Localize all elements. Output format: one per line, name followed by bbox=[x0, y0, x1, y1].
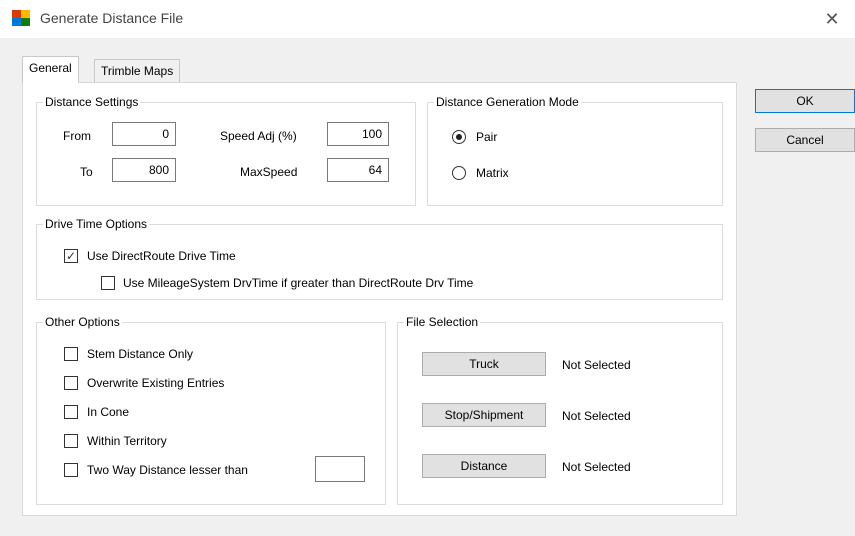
two-way-distance-label: Two Way Distance lesser than bbox=[87, 463, 248, 477]
to-input[interactable]: 800 bbox=[112, 158, 176, 182]
maxspeed-input[interactable]: 64 bbox=[327, 158, 389, 182]
pair-radio[interactable] bbox=[452, 130, 466, 144]
stop-shipment-status: Not Selected bbox=[562, 409, 631, 423]
pair-label: Pair bbox=[476, 130, 498, 144]
tab-general[interactable]: General bbox=[22, 56, 79, 83]
cancel-button[interactable]: Cancel bbox=[755, 128, 855, 152]
distance-status: Not Selected bbox=[562, 460, 631, 474]
drive-time-group: Drive Time Options ✓ Use DirectRoute Dri… bbox=[36, 216, 723, 300]
overwrite-entries-checkbox[interactable] bbox=[64, 376, 78, 390]
stop-shipment-button[interactable]: Stop/Shipment bbox=[422, 403, 546, 427]
overwrite-entries-label: Overwrite Existing Entries bbox=[87, 376, 225, 390]
use-mileage-label: Use MileageSystem DrvTime if greater tha… bbox=[123, 276, 474, 290]
stem-distance-label: Stem Distance Only bbox=[87, 347, 194, 361]
group-title: Distance Generation Mode bbox=[434, 94, 581, 110]
from-label: From bbox=[63, 129, 91, 143]
truck-status: Not Selected bbox=[562, 358, 631, 372]
app-icon bbox=[12, 10, 30, 26]
distance-settings-group: Distance Settings From 0 To 800 Speed Ad… bbox=[36, 94, 416, 206]
use-mileage-checkbox[interactable] bbox=[101, 276, 115, 290]
tab-trimble-maps[interactable]: Trimble Maps bbox=[94, 59, 181, 83]
from-input[interactable]: 0 bbox=[112, 122, 176, 146]
matrix-label: Matrix bbox=[476, 166, 509, 180]
two-way-distance-input[interactable] bbox=[315, 456, 365, 482]
generation-mode-group: Distance Generation Mode Pair Matrix bbox=[427, 94, 723, 206]
group-title: Distance Settings bbox=[43, 94, 141, 110]
use-directroute-checkbox[interactable]: ✓ bbox=[64, 249, 78, 263]
file-selection-group: File Selection Truck Not Selected Stop/S… bbox=[397, 314, 723, 505]
speed-adj-input[interactable]: 100 bbox=[327, 122, 389, 146]
maxspeed-label: MaxSpeed bbox=[240, 165, 298, 179]
group-title: Drive Time Options bbox=[43, 216, 150, 232]
window-title: Generate Distance File bbox=[40, 10, 184, 26]
use-directroute-label: Use DirectRoute Drive Time bbox=[87, 249, 236, 263]
stem-distance-checkbox[interactable] bbox=[64, 347, 78, 361]
ok-button[interactable]: OK bbox=[755, 89, 855, 113]
close-button[interactable]: ✕ bbox=[809, 0, 855, 38]
in-cone-checkbox[interactable] bbox=[64, 405, 78, 419]
group-title: Other Options bbox=[43, 314, 122, 330]
title-bar: Generate Distance File ✕ bbox=[0, 0, 855, 38]
within-territory-checkbox[interactable] bbox=[64, 434, 78, 448]
matrix-radio[interactable] bbox=[452, 166, 466, 180]
two-way-distance-checkbox[interactable] bbox=[64, 463, 78, 477]
close-icon: ✕ bbox=[824, 8, 840, 29]
within-territory-label: Within Territory bbox=[87, 434, 167, 448]
truck-button[interactable]: Truck bbox=[422, 352, 546, 376]
in-cone-label: In Cone bbox=[87, 405, 130, 419]
to-label: To bbox=[80, 165, 93, 179]
other-options-group: Other Options Stem Distance Only Overwri… bbox=[36, 314, 386, 505]
speed-adj-label: Speed Adj (%) bbox=[220, 129, 297, 143]
distance-button[interactable]: Distance bbox=[422, 454, 546, 478]
tab-panel-general: Distance Settings From 0 To 800 Speed Ad… bbox=[22, 82, 737, 516]
group-title: File Selection bbox=[404, 314, 481, 330]
